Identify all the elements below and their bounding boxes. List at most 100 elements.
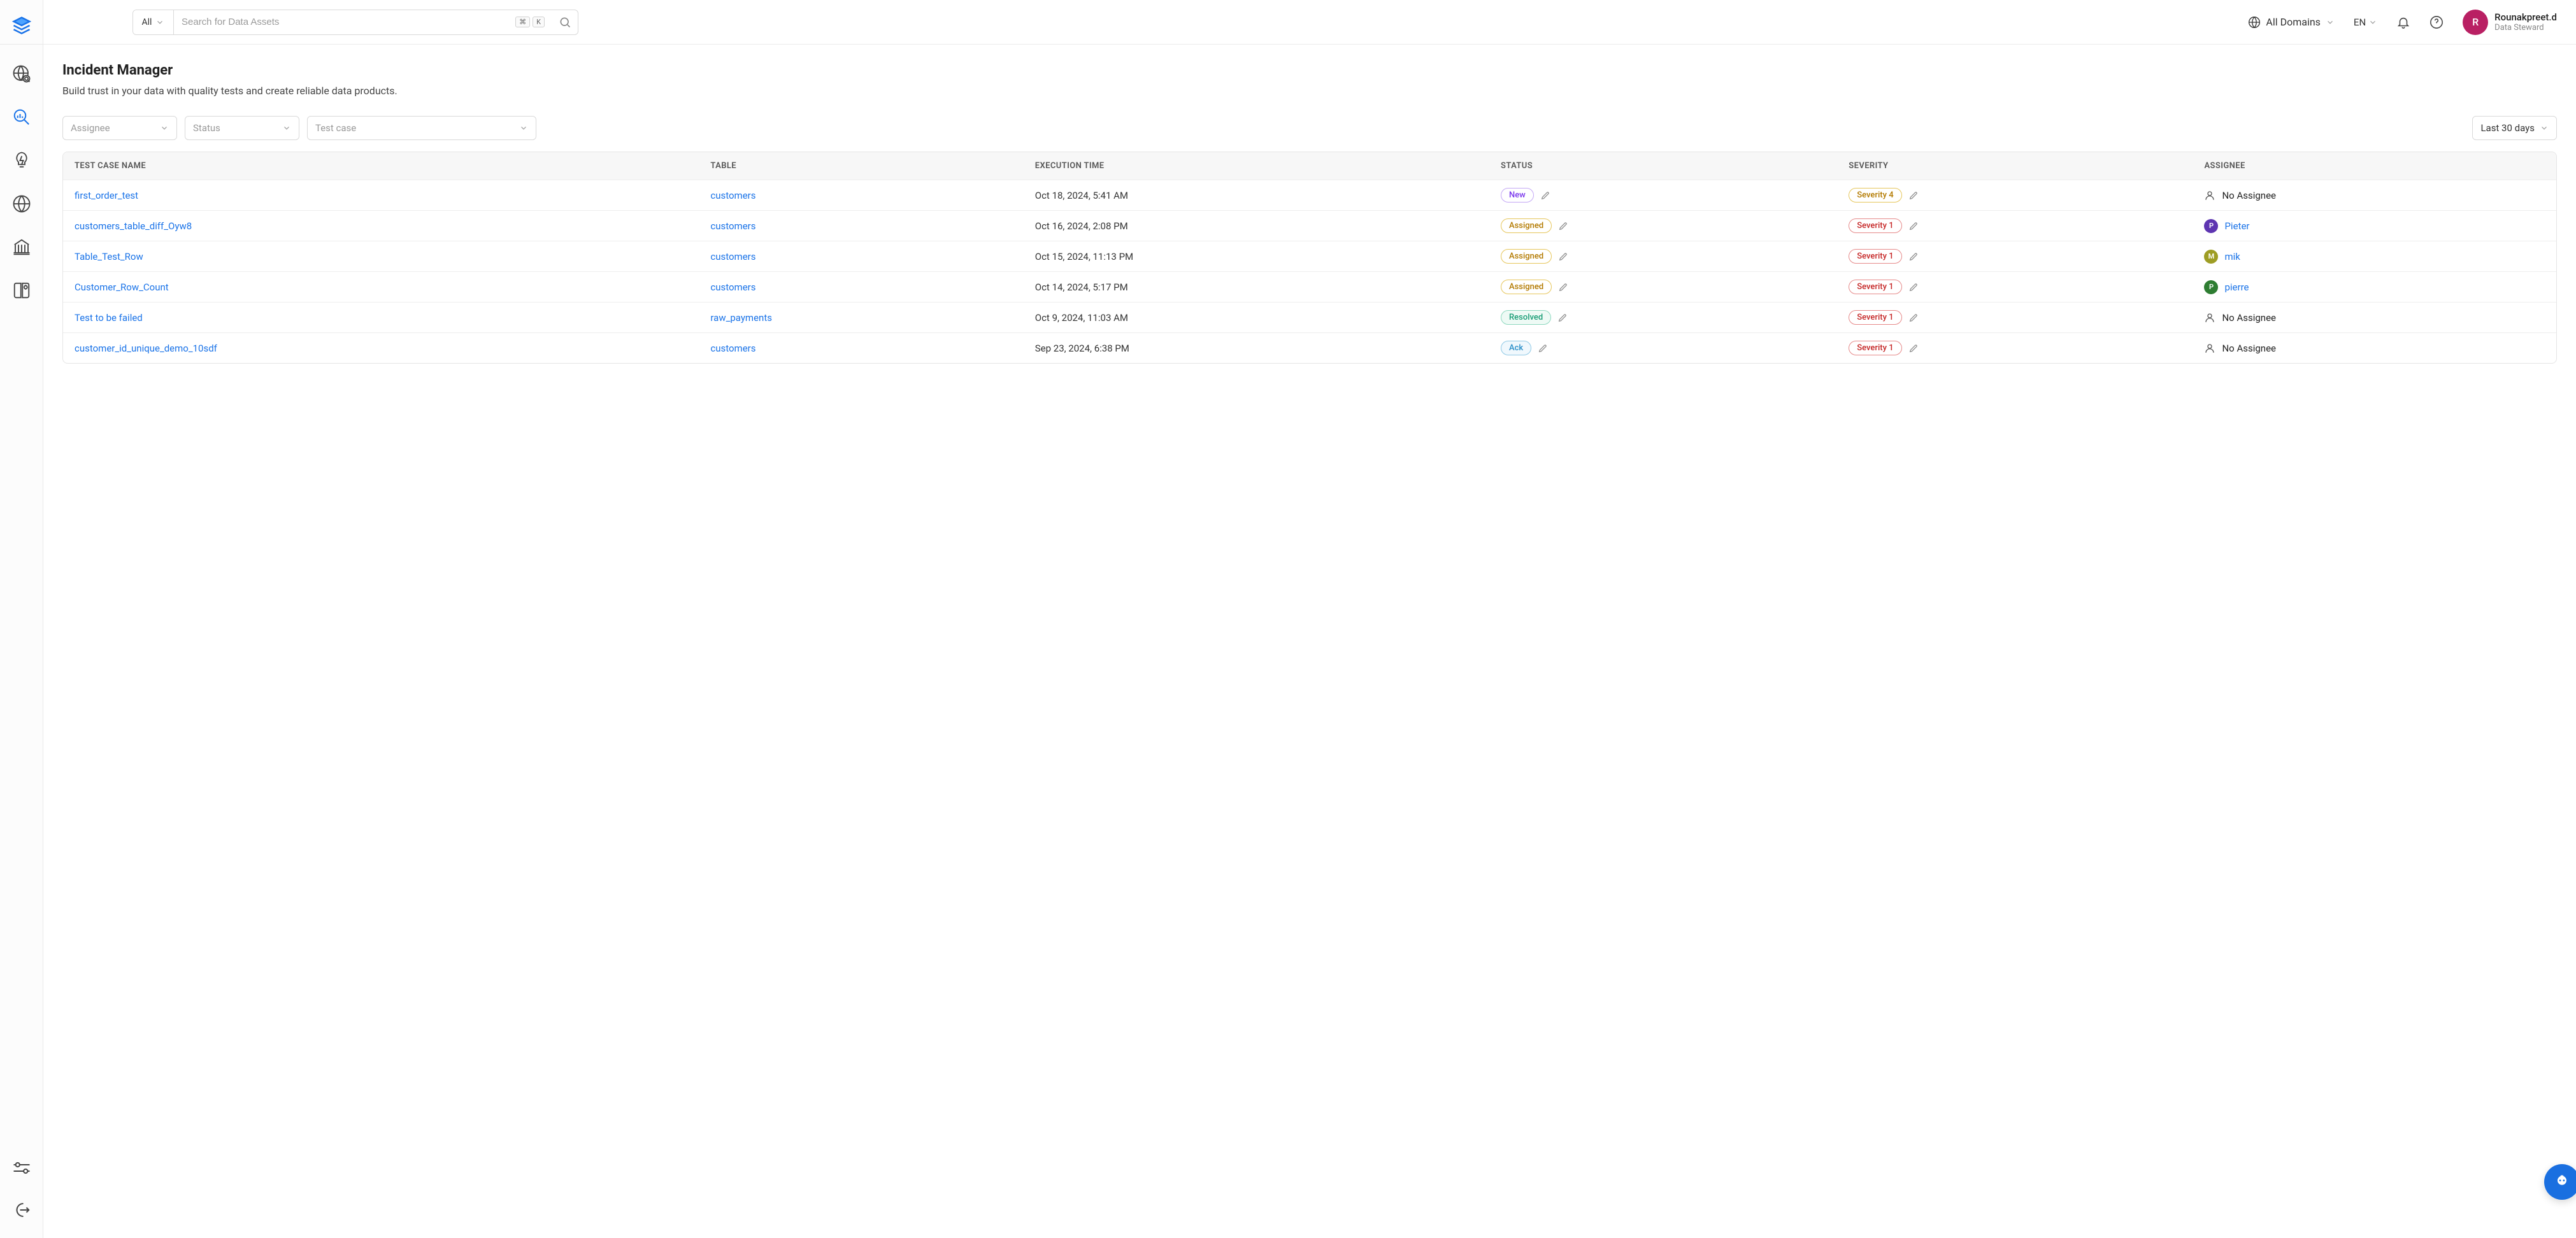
col-assignee[interactable]: ASSIGNEE — [2193, 152, 2556, 180]
edit-status-button[interactable] — [1540, 190, 1550, 201]
col-name[interactable]: TEST CASE NAME — [63, 152, 699, 180]
edit-icon — [1908, 343, 1919, 353]
chat-widget[interactable] — [2544, 1164, 2576, 1200]
chevron-down-icon — [2368, 18, 2377, 27]
help-button[interactable] — [2429, 15, 2444, 29]
col-severity[interactable]: SEVERITY — [1837, 152, 2193, 180]
incidents-table: TEST CASE NAME TABLE EXECUTION TIME STAT… — [62, 152, 2557, 364]
chevron-down-icon — [155, 18, 164, 27]
nav-explore-icon[interactable] — [6, 59, 37, 89]
col-status[interactable]: STATUS — [1489, 152, 1837, 180]
person-icon — [2204, 312, 2215, 324]
date-range-select[interactable]: Last 30 days — [2472, 116, 2557, 140]
edit-icon — [1558, 282, 1568, 292]
domain-selector[interactable]: All Domains — [2248, 16, 2335, 29]
chevron-down-icon — [160, 124, 169, 132]
person-icon — [2204, 343, 2215, 354]
help-icon — [2429, 15, 2444, 29]
table-row: customer_id_unique_demo_10sdf customers Se… — [63, 333, 2556, 364]
logo[interactable] — [0, 6, 43, 45]
assignee-name[interactable]: mik — [2224, 251, 2240, 262]
search-icon — [559, 16, 571, 29]
filter-assignee[interactable]: Assignee — [62, 116, 177, 140]
table-link[interactable]: customers — [710, 281, 755, 293]
chevron-down-icon — [282, 124, 291, 132]
edit-icon — [1557, 313, 1568, 323]
edit-severity-button[interactable] — [1908, 221, 1919, 231]
chat-icon — [2553, 1173, 2571, 1191]
table-link[interactable]: customers — [710, 251, 755, 262]
person-icon — [2204, 190, 2215, 201]
test-case-link[interactable]: first_order_test — [75, 190, 138, 201]
filter-status[interactable]: Status — [185, 116, 299, 140]
table-row: Table_Test_Row customers Oct 15, 2024, 11:… — [63, 241, 2556, 272]
nav-governance-icon[interactable] — [6, 232, 37, 262]
filter-testcase[interactable]: Test case — [307, 116, 536, 140]
edit-status-button[interactable] — [1558, 221, 1568, 231]
execution-time: Oct 16, 2024, 2:08 PM — [1024, 211, 1489, 241]
col-table[interactable]: TABLE — [699, 152, 1023, 180]
language-selector[interactable]: EN — [2354, 17, 2377, 28]
chevron-down-icon — [2326, 18, 2335, 27]
table-link[interactable]: customers — [710, 343, 755, 354]
test-case-link[interactable]: Table_Test_Row — [75, 251, 143, 262]
search-scope-label: All — [142, 17, 152, 27]
table-row: Customer_Row_Count customers Oct 14, 2024,… — [63, 272, 2556, 302]
page-subtitle: Build trust in your data with quality te… — [62, 85, 2557, 97]
nav-glossary-icon[interactable] — [6, 275, 37, 306]
bell-icon — [2396, 15, 2410, 29]
sidebar — [0, 0, 43, 1238]
nav-quality-icon[interactable] — [6, 102, 37, 132]
assignee-name[interactable]: pierre — [2224, 281, 2249, 293]
edit-status-button[interactable] — [1558, 252, 1568, 262]
col-exec[interactable]: EXECUTION TIME — [1024, 152, 1489, 180]
kbd-k: K — [533, 17, 545, 27]
search-button[interactable] — [552, 10, 578, 34]
edit-icon — [1558, 221, 1568, 231]
severity-badge: Severity 1 — [1849, 280, 1901, 294]
edit-icon — [1538, 343, 1548, 353]
search-scope-select[interactable]: All — [133, 10, 174, 34]
execution-time: Sep 23, 2024, 6:38 PM — [1024, 333, 1489, 364]
status-badge: Assigned — [1501, 218, 1552, 233]
execution-time: Oct 9, 2024, 11:03 AM — [1024, 302, 1489, 333]
test-case-link[interactable]: Test to be failed — [75, 312, 143, 324]
edit-status-button[interactable] — [1557, 313, 1568, 323]
severity-badge: Severity 1 — [1849, 341, 1901, 355]
execution-time: Oct 14, 2024, 5:17 PM — [1024, 272, 1489, 302]
no-assignee-label: No Assignee — [2222, 343, 2276, 354]
edit-severity-button[interactable] — [1908, 313, 1919, 323]
chevron-down-icon — [2540, 124, 2549, 132]
nav-settings-icon[interactable] — [6, 1153, 37, 1183]
edit-severity-button[interactable] — [1908, 190, 1919, 201]
table-link[interactable]: raw_payments — [710, 312, 772, 324]
status-badge: Ack — [1501, 341, 1531, 355]
test-case-link[interactable]: customer_id_unique_demo_10sdf — [75, 343, 217, 354]
assignee-name[interactable]: Pieter — [2224, 220, 2249, 232]
table-link[interactable]: customers — [710, 220, 755, 232]
nav-insights-icon[interactable] — [6, 145, 37, 176]
test-case-link[interactable]: customers_table_diff_Oyw8 — [75, 220, 192, 232]
edit-status-button[interactable] — [1538, 343, 1548, 353]
execution-time: Oct 15, 2024, 11:13 PM — [1024, 241, 1489, 272]
edit-icon — [1558, 252, 1568, 262]
test-case-link[interactable]: Customer_Row_Count — [75, 281, 169, 293]
status-badge: New — [1501, 188, 1534, 203]
language-label: EN — [2354, 17, 2366, 28]
edit-severity-button[interactable] — [1908, 282, 1919, 292]
notifications-button[interactable] — [2396, 15, 2410, 29]
edit-status-button[interactable] — [1558, 282, 1568, 292]
search-input[interactable] — [182, 17, 508, 27]
edit-severity-button[interactable] — [1908, 343, 1919, 353]
execution-time: Oct 18, 2024, 5:41 AM — [1024, 180, 1489, 211]
table-row: Test to be failed raw_payments Oct 9, 2024… — [63, 302, 2556, 333]
user-menu[interactable]: R Rounakpreet.d Data Steward — [2463, 10, 2557, 35]
edit-severity-button[interactable] — [1908, 252, 1919, 262]
nav-logout-icon[interactable] — [6, 1195, 37, 1225]
table-link[interactable]: customers — [710, 190, 755, 201]
globe-icon — [2248, 16, 2261, 29]
assignee-avatar: P — [2204, 280, 2218, 294]
search-group: All ⌘ K — [132, 10, 578, 35]
nav-domains-icon[interactable] — [6, 189, 37, 219]
table-row: first_order_test customers Oct 18, 2024, 5… — [63, 180, 2556, 211]
